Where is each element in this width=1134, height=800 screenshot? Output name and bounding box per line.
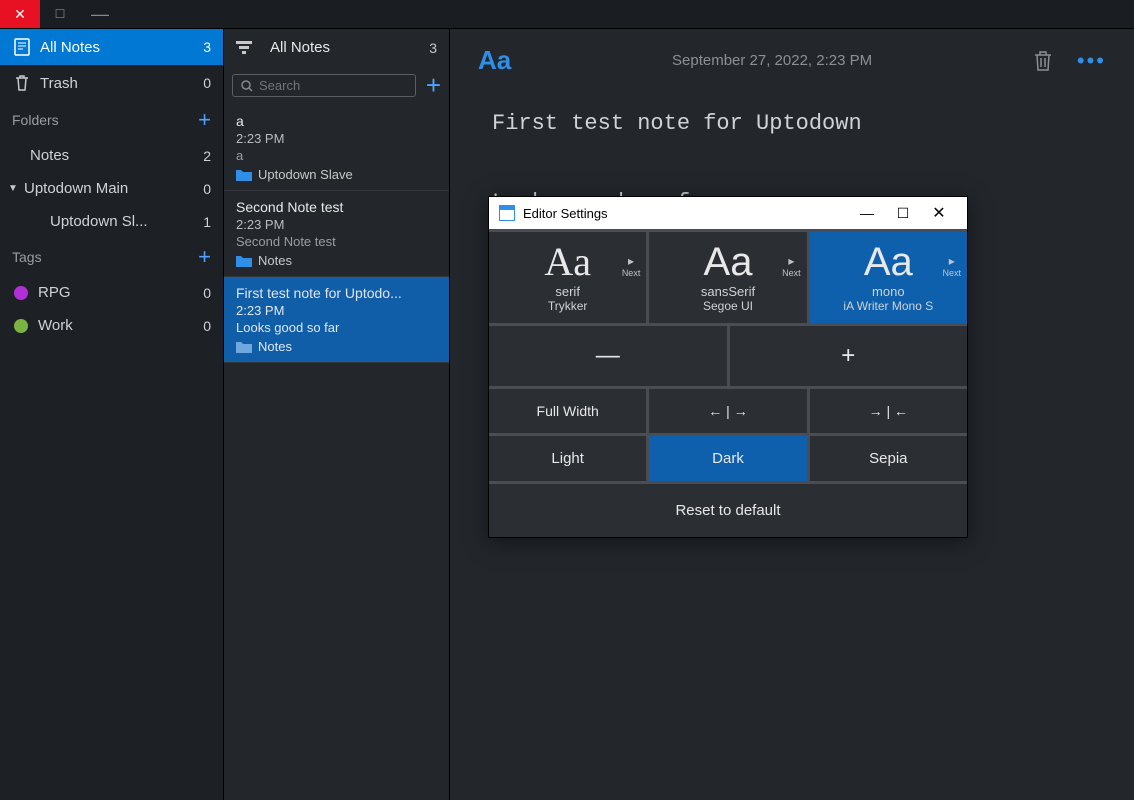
add-tag-button[interactable]: + bbox=[198, 244, 211, 270]
all-notes-label: All Notes bbox=[40, 39, 100, 56]
folder-notes[interactable]: Notes 2 bbox=[0, 139, 223, 172]
tags-header: Tags + bbox=[0, 238, 223, 276]
all-notes-count: 3 bbox=[203, 39, 211, 55]
full-width-label: Full Width bbox=[489, 389, 649, 433]
modal-maximize-button[interactable]: ☐ bbox=[885, 205, 921, 222]
search-icon bbox=[241, 80, 253, 92]
theme-sepia[interactable]: Sepia bbox=[810, 436, 967, 481]
add-note-button[interactable]: + bbox=[426, 70, 441, 101]
folder-icon bbox=[236, 169, 252, 181]
tag-color-dot bbox=[14, 319, 28, 333]
sidebar-trash[interactable]: Trash 0 bbox=[0, 65, 223, 101]
maximize-button[interactable]: ☐ bbox=[40, 0, 80, 28]
tag-color-dot bbox=[14, 286, 28, 300]
modal-minimize-button[interactable]: — bbox=[849, 205, 885, 221]
theme-light[interactable]: Light bbox=[489, 436, 649, 481]
note-list-title: All Notes bbox=[270, 39, 429, 56]
search-box[interactable] bbox=[232, 74, 416, 97]
width-expand-button[interactable]: ← | → bbox=[649, 389, 809, 433]
minimize-button[interactable]: — bbox=[80, 0, 120, 28]
theme-dark-selected[interactable]: Dark bbox=[649, 436, 809, 481]
sidebar-all-notes[interactable]: All Notes 3 bbox=[0, 29, 223, 65]
note-list: All Notes 3 + a 2:23 PM a Uptodown Slave… bbox=[224, 29, 450, 800]
note-list-count: 3 bbox=[429, 40, 437, 56]
modal-close-button[interactable]: ✕ bbox=[921, 203, 957, 223]
titlebar: ✕ ☐ — bbox=[0, 0, 1134, 28]
font-mono-selected[interactable]: Aa Next mono iA Writer Mono S bbox=[810, 232, 967, 323]
editor-settings-modal: Editor Settings — ☐ ✕ Aa Next serif Tryk… bbox=[488, 196, 968, 538]
close-button[interactable]: ✕ bbox=[0, 0, 40, 28]
note-item-selected[interactable]: First test note for Uptodo... 2:23 PM Lo… bbox=[224, 277, 449, 363]
note-item[interactable]: a 2:23 PM a Uptodown Slave bbox=[224, 105, 449, 191]
filter-icon[interactable] bbox=[236, 41, 254, 55]
trash-label: Trash bbox=[40, 75, 78, 92]
delete-note-button[interactable] bbox=[1033, 50, 1053, 72]
folder-icon bbox=[236, 341, 252, 353]
tag-work[interactable]: Work 0 bbox=[0, 309, 223, 342]
modal-titlebar: Editor Settings — ☐ ✕ bbox=[489, 197, 967, 229]
sidebar: All Notes 3 Trash 0 Folders + Notes 2 ▼ … bbox=[0, 29, 224, 800]
trash-count: 0 bbox=[203, 75, 211, 91]
note-item[interactable]: Second Note test 2:23 PM Second Note tes… bbox=[224, 191, 449, 277]
font-size-increase[interactable]: + bbox=[730, 326, 968, 386]
more-button[interactable]: ••• bbox=[1077, 48, 1106, 74]
trash-icon bbox=[12, 73, 32, 93]
search-input[interactable] bbox=[259, 78, 407, 93]
font-serif[interactable]: Aa Next serif Trykker bbox=[489, 232, 649, 323]
chevron-down-icon: ▼ bbox=[8, 183, 22, 194]
folder-uptodown-main[interactable]: ▼ Uptodown Main 0 bbox=[0, 172, 223, 205]
notes-icon bbox=[12, 37, 32, 57]
font-sansserif[interactable]: Aa Next sansSerif Segoe UI bbox=[649, 232, 809, 323]
width-collapse-button[interactable]: → | ← bbox=[810, 389, 967, 433]
folder-icon bbox=[236, 255, 252, 267]
tag-rpg[interactable]: RPG 0 bbox=[0, 276, 223, 309]
note-date: September 27, 2022, 2:23 PM bbox=[511, 52, 1033, 69]
app-icon bbox=[499, 205, 515, 221]
folders-header: Folders + bbox=[0, 101, 223, 139]
modal-title: Editor Settings bbox=[523, 206, 608, 221]
reset-to-default-button[interactable]: Reset to default bbox=[489, 481, 967, 537]
font-settings-button[interactable]: Aa bbox=[478, 45, 511, 76]
add-folder-button[interactable]: + bbox=[198, 107, 211, 133]
font-size-decrease[interactable]: — bbox=[489, 326, 730, 386]
folder-uptodown-slave[interactable]: Uptodown Sl... 1 bbox=[0, 205, 223, 238]
